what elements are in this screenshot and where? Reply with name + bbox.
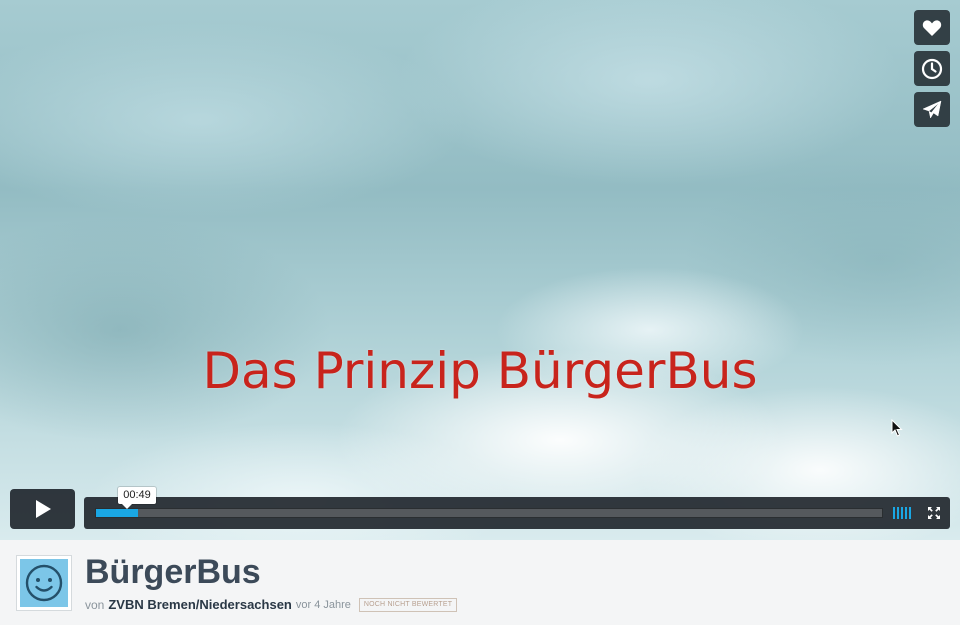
volume-bar bbox=[909, 507, 911, 519]
video-overlay-text: Das Prinzip BürgerBus bbox=[202, 342, 758, 400]
smiley-avatar-icon bbox=[25, 564, 63, 602]
play-icon bbox=[35, 500, 51, 518]
video-title: BürgerBus bbox=[85, 553, 261, 591]
byline: von ZVBN Bremen/Niedersachsen vor 4 Jahr… bbox=[85, 597, 458, 612]
avatar[interactable] bbox=[16, 555, 72, 611]
paper-plane-icon bbox=[922, 100, 942, 118]
like-button[interactable] bbox=[914, 10, 950, 45]
fullscreen-button[interactable] bbox=[927, 506, 941, 520]
progress-played bbox=[96, 509, 139, 517]
volume-bar bbox=[897, 507, 899, 519]
volume-bar bbox=[905, 507, 907, 519]
side-actions bbox=[914, 10, 950, 127]
volume-bar bbox=[901, 507, 903, 519]
video-player[interactable]: Das Prinzip BürgerBus 00:49 bbox=[0, 0, 960, 540]
progress-bar[interactable] bbox=[95, 508, 883, 518]
upload-age: vor 4 Jahre bbox=[295, 598, 351, 611]
mouse-cursor-icon bbox=[891, 419, 903, 437]
share-button[interactable] bbox=[914, 92, 950, 127]
avatar-image bbox=[20, 559, 68, 607]
volume-bar bbox=[893, 507, 895, 519]
video-info: BürgerBus von ZVBN Bremen/Niedersachsen … bbox=[0, 540, 960, 625]
owner-link[interactable]: ZVBN Bremen/Niedersachsen bbox=[108, 597, 292, 612]
fullscreen-icon bbox=[928, 507, 940, 519]
volume-control[interactable] bbox=[893, 507, 911, 519]
play-button[interactable] bbox=[10, 489, 75, 529]
time-tooltip: 00:49 bbox=[118, 487, 156, 509]
rating-badge[interactable]: NOCH NICHT BEWERTET bbox=[358, 597, 458, 612]
watch-later-button[interactable] bbox=[914, 51, 950, 86]
heart-icon bbox=[922, 19, 942, 36]
by-prefix: von bbox=[85, 597, 105, 612]
control-bar bbox=[84, 497, 950, 529]
clock-icon bbox=[921, 58, 943, 79]
video-frame[interactable] bbox=[0, 0, 960, 540]
